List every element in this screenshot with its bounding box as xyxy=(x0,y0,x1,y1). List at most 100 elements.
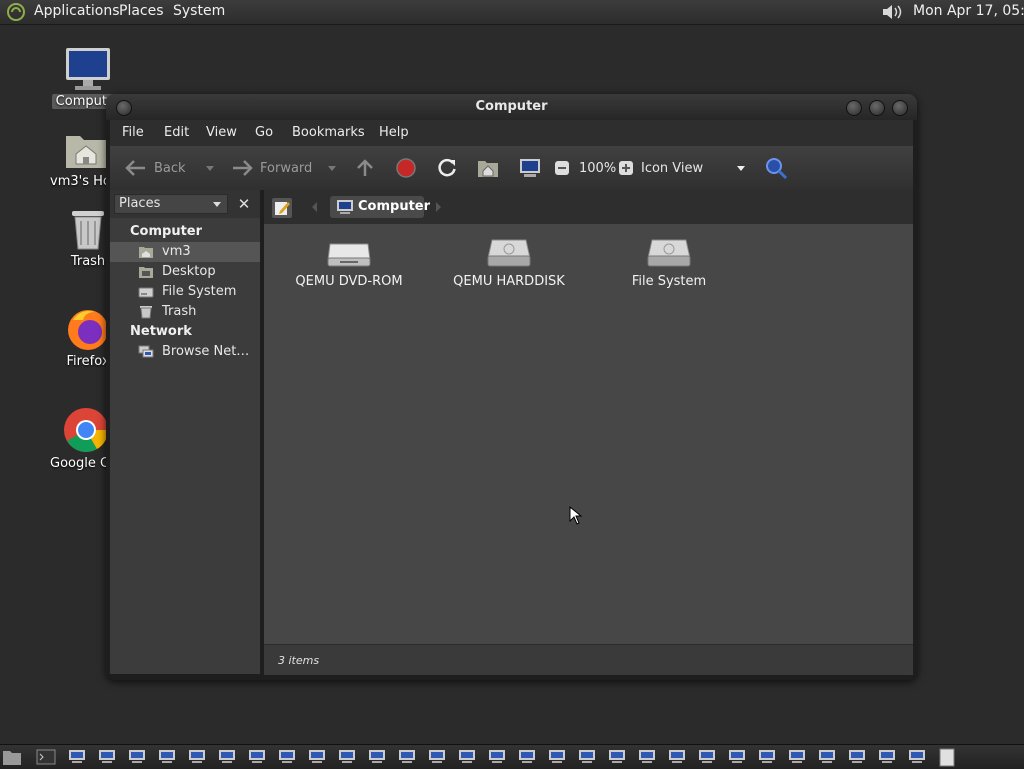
places-menu[interactable]: Places xyxy=(119,3,164,19)
zoom-level[interactable]: 100% xyxy=(573,146,616,190)
sidebar-close-button[interactable]: ✕ xyxy=(234,194,254,214)
zoom-in-icon xyxy=(619,161,633,175)
workspace-computer-icon[interactable] xyxy=(98,749,116,764)
status-text: 3 items xyxy=(278,654,320,667)
sidebar-item-label: File System xyxy=(162,284,237,299)
workspace-computer-icon[interactable] xyxy=(878,749,896,764)
workspace-computer-icon[interactable] xyxy=(698,749,716,764)
file-item-harddisk[interactable]: QEMU HARDDISK xyxy=(434,236,584,289)
menu-file[interactable]: File xyxy=(122,125,144,140)
top-panel: Applications Places System Mon Apr 17, 0… xyxy=(0,0,1024,25)
file-item-file-system[interactable]: File System xyxy=(594,236,744,289)
computer-icon xyxy=(337,200,353,214)
forward-history-dropdown[interactable] xyxy=(328,166,336,171)
workspace-computer-icon[interactable] xyxy=(848,749,866,764)
workspace-computer-icon[interactable] xyxy=(158,749,176,764)
workspace-computer-icon[interactable] xyxy=(278,749,296,764)
menu-edit[interactable]: Edit xyxy=(164,125,189,140)
trash-applet-icon[interactable] xyxy=(938,747,956,767)
workspace-computer-icon[interactable] xyxy=(68,749,86,764)
workspace-computer-icon[interactable] xyxy=(248,749,266,764)
up-button[interactable] xyxy=(354,146,376,190)
file-view[interactable]: QEMU DVD-ROM QEMU HARDDISK File System xyxy=(264,224,913,644)
path-scroll-right-button[interactable] xyxy=(436,202,441,212)
chevron-down-icon xyxy=(213,202,221,207)
search-button[interactable] xyxy=(764,146,788,190)
menu-go[interactable]: Go xyxy=(255,125,273,140)
menu-help[interactable]: Help xyxy=(379,125,409,140)
minimize-button[interactable] xyxy=(846,100,862,116)
sidebar-mode-select[interactable]: Places xyxy=(114,194,228,214)
sidebar-item-file-system[interactable]: File System xyxy=(110,282,260,302)
menu-bookmarks[interactable]: Bookmarks xyxy=(292,125,365,140)
workspace-computer-icon[interactable] xyxy=(638,749,656,764)
computer-button[interactable] xyxy=(518,146,542,190)
distro-logo-icon[interactable] xyxy=(6,2,26,22)
status-bar: 3 items xyxy=(264,644,913,675)
stop-button[interactable] xyxy=(395,146,417,190)
workspace-computer-icon[interactable] xyxy=(188,749,206,764)
forward-button[interactable]: Forward xyxy=(230,146,312,190)
workspace-computer-icon[interactable] xyxy=(458,749,476,764)
back-arrow-icon xyxy=(125,160,145,176)
menu-view[interactable]: View xyxy=(206,125,237,140)
workspace-computer-icon[interactable] xyxy=(818,749,836,764)
close-icon: ✕ xyxy=(237,195,251,213)
window-titlebar[interactable]: Computer xyxy=(106,94,917,120)
sidebar-item-label: Trash xyxy=(162,304,197,319)
home-button[interactable] xyxy=(476,146,500,190)
back-history-dropdown[interactable] xyxy=(206,166,214,171)
workspace-computer-icon[interactable] xyxy=(398,749,416,764)
close-button[interactable] xyxy=(892,100,908,116)
view-mode-select[interactable]: Icon View xyxy=(635,146,755,190)
workspace-computer-icon[interactable] xyxy=(368,749,386,764)
desktop-folder-icon xyxy=(139,267,153,278)
workspace-computer-icon[interactable] xyxy=(608,749,626,764)
sidebar-item-desktop[interactable]: Desktop xyxy=(110,262,260,282)
reload-icon xyxy=(438,158,456,177)
bottom-panel xyxy=(0,744,1024,769)
edit-icon xyxy=(275,202,290,215)
applications-menu[interactable]: Applications xyxy=(34,3,120,19)
zoom-label: 100% xyxy=(579,160,617,176)
workspace-computer-icon[interactable] xyxy=(548,749,566,764)
system-menu[interactable]: System xyxy=(173,3,225,19)
clock[interactable]: Mon Apr 17, 05:06 xyxy=(913,3,1024,19)
forward-arrow-icon xyxy=(233,160,253,176)
workspace-computer-icon[interactable] xyxy=(128,749,146,764)
workspace-computer-icon[interactable] xyxy=(428,749,446,764)
volume-icon[interactable] xyxy=(880,2,904,22)
chevron-down-icon xyxy=(737,166,745,171)
maximize-button[interactable] xyxy=(869,100,885,116)
file-item-dvd-rom[interactable]: QEMU DVD-ROM xyxy=(274,236,424,289)
workspace-computer-icon[interactable] xyxy=(758,749,776,764)
terminal-icon[interactable] xyxy=(36,749,56,765)
reload-button[interactable] xyxy=(436,146,458,190)
location-toggle-button[interactable] xyxy=(272,198,292,218)
workspace-computer-icon[interactable] xyxy=(308,749,326,764)
sidebar-item-browse-network[interactable]: Browse Net… xyxy=(110,342,260,362)
home-folder-icon xyxy=(66,136,106,168)
menubar: File Edit View Go Bookmarks Help xyxy=(110,120,913,146)
workspace-computer-icon[interactable] xyxy=(518,749,536,764)
back-label: Back xyxy=(154,160,186,176)
back-button[interactable]: Back xyxy=(124,146,186,190)
workspace-computer-icon[interactable] xyxy=(578,749,596,764)
show-desktop-icon[interactable] xyxy=(2,748,22,766)
workspace-computer-icon[interactable] xyxy=(668,749,686,764)
zoom-out-button[interactable] xyxy=(554,146,570,190)
workspace-computer-icon[interactable] xyxy=(728,749,746,764)
file-item-label: QEMU HARDDISK xyxy=(453,274,565,289)
workspace-computer-icon[interactable] xyxy=(488,749,506,764)
workspace-computer-icon[interactable] xyxy=(788,749,806,764)
sidebar-item-trash[interactable]: Trash xyxy=(110,302,260,322)
zoom-in-button[interactable] xyxy=(618,146,634,190)
sidebar-item-label: vm3 xyxy=(162,244,191,259)
trash-icon xyxy=(140,306,152,319)
workspace-computer-icon[interactable] xyxy=(338,749,356,764)
workspace-computer-icon[interactable] xyxy=(218,749,236,764)
path-scroll-left-button[interactable] xyxy=(312,202,317,212)
workspace-computer-icon[interactable] xyxy=(908,749,926,764)
sidebar-item-vm3[interactable]: vm3 xyxy=(110,242,260,262)
path-crumb-computer[interactable]: Computer xyxy=(330,196,430,218)
